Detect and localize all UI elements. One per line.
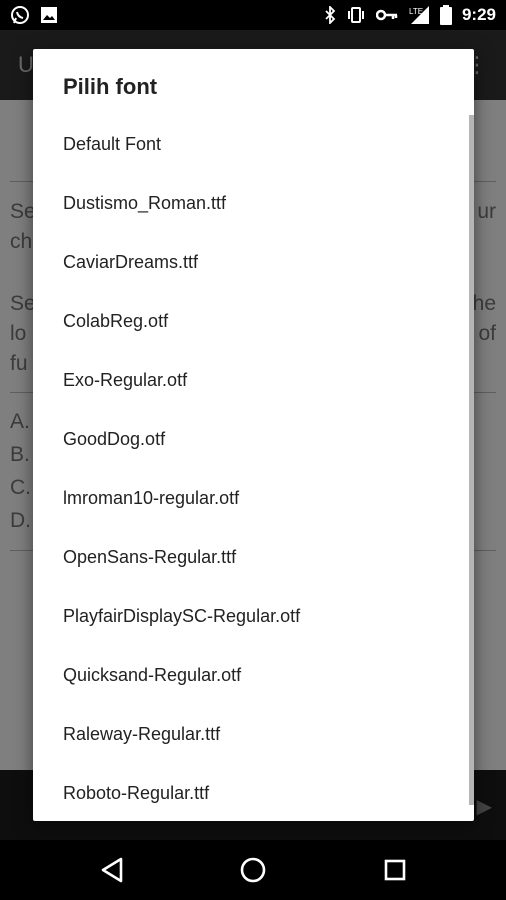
app-option-line: D. bbox=[10, 509, 31, 532]
status-bar: LTE 9:29 bbox=[0, 0, 506, 30]
font-option-dustismo-roman[interactable]: Dustismo_Roman.ttf bbox=[33, 174, 474, 233]
vibrate-icon bbox=[346, 6, 366, 24]
dialog-title: Pilih font bbox=[63, 74, 158, 99]
font-option-roboto-regular[interactable]: Roboto-Regular.ttf bbox=[33, 764, 474, 821]
app-text-line: fu bbox=[10, 352, 28, 375]
navigation-bar bbox=[0, 840, 506, 900]
app-text-line: Se bbox=[10, 200, 36, 223]
back-icon[interactable] bbox=[97, 855, 127, 885]
status-right-icons: LTE 9:29 bbox=[324, 5, 496, 25]
bluetooth-icon bbox=[324, 6, 336, 24]
font-option-lmroman10-regular[interactable]: lmroman10-regular.otf bbox=[33, 469, 474, 528]
status-time: 9:29 bbox=[461, 5, 496, 24]
app-option-line: C. bbox=[10, 476, 31, 499]
key-icon bbox=[375, 8, 398, 22]
font-option-caviar-dreams[interactable]: CaviarDreams.ttf bbox=[33, 233, 474, 292]
font-option-playfair-display-sc[interactable]: PlayfairDisplaySC-Regular.otf bbox=[33, 587, 474, 646]
next-arrow-icon: ▶ bbox=[476, 796, 492, 818]
list-scrollbar[interactable] bbox=[469, 115, 474, 805]
app-option-line: A. bbox=[10, 410, 30, 433]
recents-icon[interactable] bbox=[380, 855, 410, 885]
app-toolbar-title: U bbox=[18, 52, 34, 77]
app-option-line: B. bbox=[10, 443, 30, 466]
app-text-line: ur bbox=[477, 200, 496, 223]
app-text-line: Se bbox=[10, 292, 36, 315]
font-option-opensans-regular[interactable]: OpenSans-Regular.ttf bbox=[33, 528, 474, 587]
font-option-good-dog[interactable]: GoodDog.otf bbox=[33, 410, 474, 469]
font-option-raleway-regular[interactable]: Raleway-Regular.ttf bbox=[33, 705, 474, 764]
font-option-colab-reg[interactable]: ColabReg.otf bbox=[33, 292, 474, 351]
lte-signal-icon: LTE bbox=[408, 5, 430, 25]
status-left-icons bbox=[10, 5, 58, 25]
app-text-line: lo bbox=[10, 322, 27, 345]
font-list[interactable]: Default Font Dustismo_Roman.ttf CaviarDr… bbox=[33, 115, 474, 821]
app-text-line: he bbox=[472, 292, 496, 315]
home-icon[interactable] bbox=[238, 855, 268, 885]
app-text-line: ch bbox=[10, 230, 33, 253]
app-text-line: of bbox=[478, 322, 496, 345]
battery-icon bbox=[439, 5, 452, 25]
font-option-default[interactable]: Default Font bbox=[33, 115, 474, 174]
lte-label: LTE bbox=[409, 7, 423, 16]
font-picker-dialog: Pilih font Default Font Dustismo_Roman.t… bbox=[33, 49, 474, 821]
font-option-quicksand-regular[interactable]: Quicksand-Regular.otf bbox=[33, 646, 474, 705]
font-option-exo-regular[interactable]: Exo-Regular.otf bbox=[33, 351, 474, 410]
whatsapp-icon bbox=[10, 5, 30, 25]
image-icon bbox=[40, 6, 58, 24]
